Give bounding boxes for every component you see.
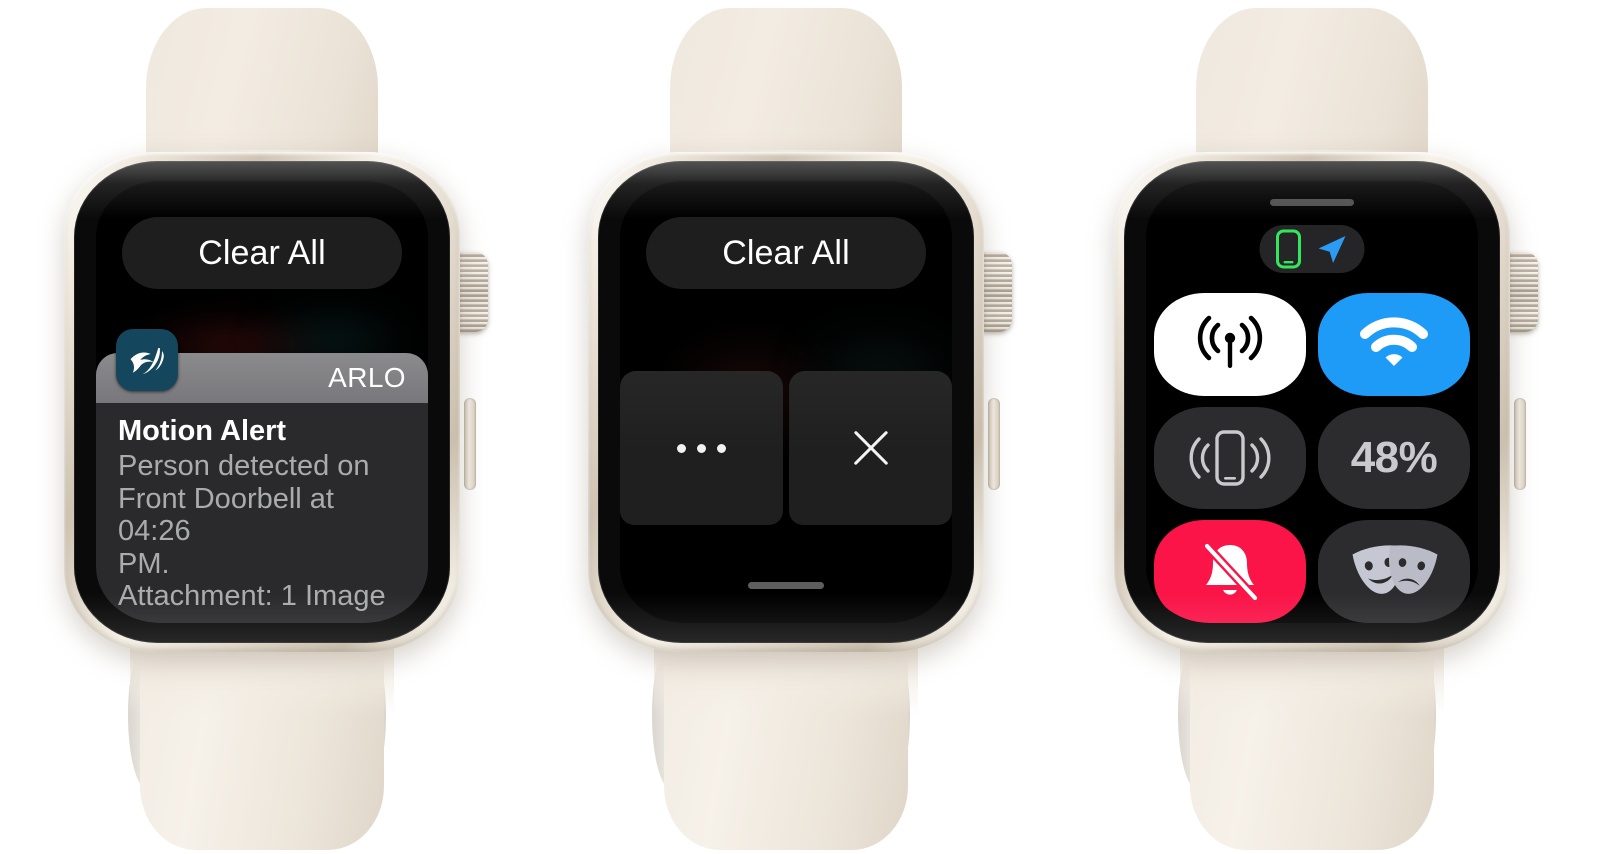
watch-bezel: 48% — [1124, 161, 1500, 643]
location-arrow-icon — [1318, 236, 1346, 263]
wifi-toggle-button[interactable] — [1318, 293, 1470, 396]
clear-all-label: Clear All — [722, 233, 850, 272]
side-button[interactable] — [464, 398, 476, 490]
wifi-icon — [1360, 317, 1428, 367]
status-indicator-pill — [1259, 225, 1365, 273]
cellular-antenna-icon — [1197, 316, 1263, 369]
silent-mode-button[interactable] — [1154, 520, 1306, 623]
watch-case: Clear All ARLO Motion Alert Person detec… — [64, 152, 460, 652]
battery-percent-label: 48% — [1350, 432, 1438, 482]
watch-screen-2: Clear All — [620, 181, 952, 623]
iphone-connected-icon — [1276, 229, 1301, 269]
close-x-icon — [849, 426, 893, 470]
cellular-toggle-button[interactable] — [1154, 293, 1306, 396]
watch-bezel: Clear All ARLO Motion Alert Person detec… — [74, 161, 450, 643]
notification-card[interactable]: ARLO Motion Alert Person detected on Fro… — [96, 353, 428, 623]
notification-body: Motion Alert Person detected on Front Do… — [96, 403, 428, 623]
watch-case: Clear All — [588, 152, 984, 652]
notification-title: Motion Alert — [118, 415, 287, 447]
bell-slash-icon — [1202, 541, 1260, 603]
notification-app-name: ARLO — [328, 362, 406, 393]
side-button[interactable] — [1514, 398, 1526, 490]
dismiss-button[interactable] — [789, 371, 952, 525]
ping-iphone-button[interactable] — [1154, 406, 1306, 510]
watch-screen-1: Clear All ARLO Motion Alert Person detec… — [96, 181, 428, 623]
apple-watch-control-center: 48% — [1078, 0, 1538, 854]
theater-masks-icon — [1352, 545, 1438, 594]
panel-sheen — [620, 371, 783, 452]
notification-message: Person detected on Front Doorbell at 04:… — [118, 450, 386, 613]
control-center-grid: 48% — [1154, 293, 1470, 623]
notification-action-row — [620, 371, 952, 525]
watch-case: 48% — [1114, 152, 1510, 652]
theater-mode-button[interactable] — [1318, 520, 1470, 623]
clear-all-button[interactable]: Clear All — [122, 217, 402, 289]
control-center-handle[interactable] — [1270, 199, 1354, 206]
watch-bezel: Clear All — [598, 161, 974, 643]
watch-screen-3: 48% — [1146, 181, 1478, 623]
side-button[interactable] — [988, 398, 1000, 490]
screenshot-stage: Clear All ARLO Motion Alert Person detec… — [0, 0, 1608, 854]
ping-iphone-icon — [1189, 430, 1271, 486]
home-indicator — [748, 582, 824, 589]
more-options-button[interactable] — [620, 371, 783, 525]
arlo-app-icon — [116, 329, 178, 391]
clear-all-button[interactable]: Clear All — [646, 217, 926, 289]
arlo-bird-icon — [130, 348, 164, 375]
battery-percent-tile[interactable]: 48% — [1318, 406, 1470, 510]
apple-watch-notifications: Clear All ARLO Motion Alert Person detec… — [28, 0, 488, 854]
apple-watch-swipe-actions: Clear All — [552, 0, 1012, 854]
clear-all-label: Clear All — [198, 233, 326, 272]
